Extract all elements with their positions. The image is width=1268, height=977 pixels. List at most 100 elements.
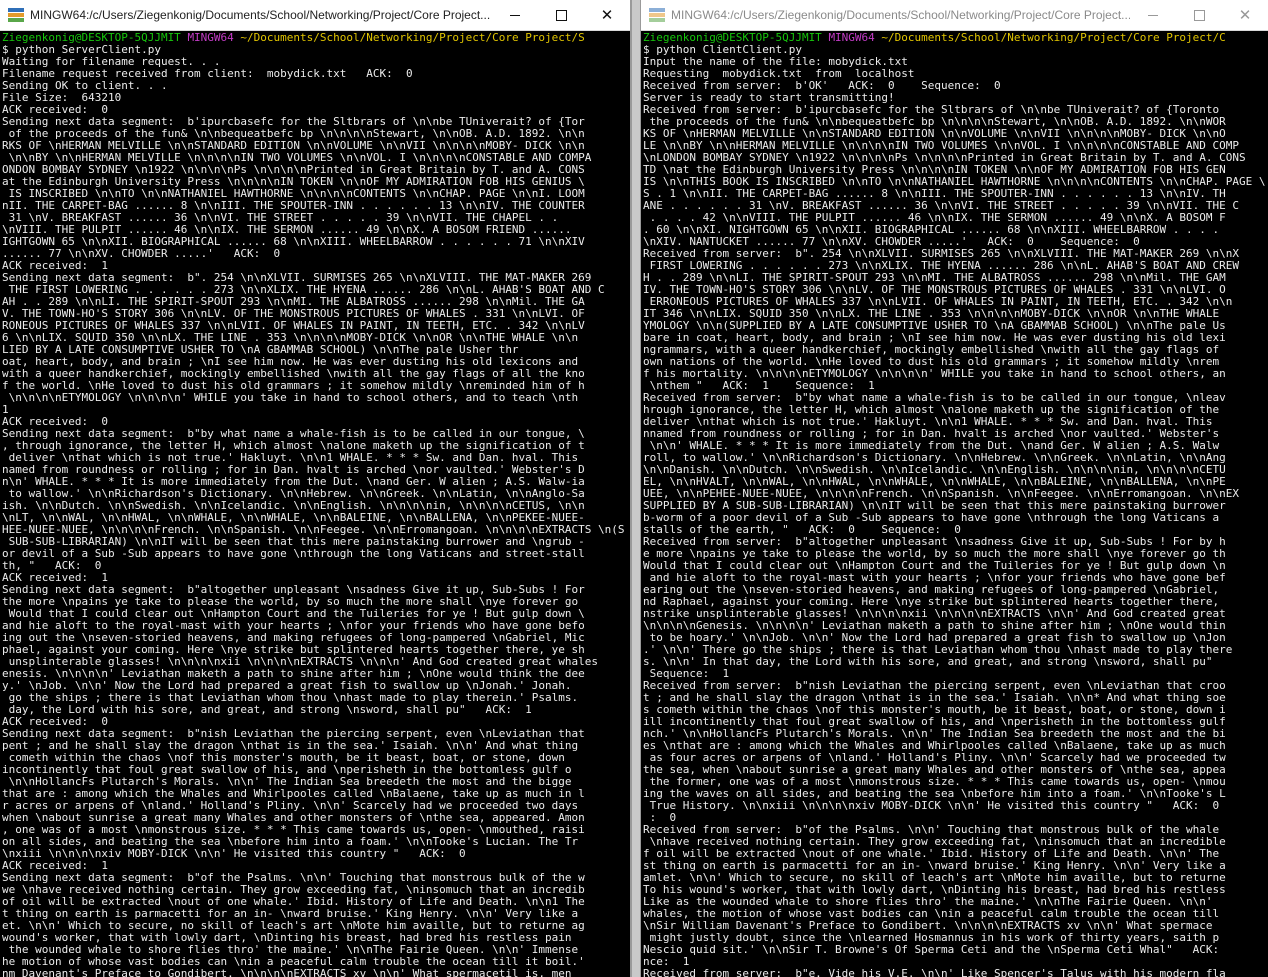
terminal-line: the wounded whale to shore flies thro' t… [2, 944, 579, 956]
terminal-line: ONDON BOMBAY SYDNEY \n1922 \n\n\n\nPs \n… [2, 164, 585, 176]
terminal-line: V. THE TOWN-HO'S STORY 306 \n\nLV. OF TH… [2, 308, 585, 320]
maximize-button[interactable] [1176, 0, 1222, 30]
terminal-line: Would that I could clear out \nHampton C… [643, 560, 1226, 572]
terminal-line: as four acres or arpens of \nland.' Holl… [643, 752, 1226, 764]
terminal-line: ACK received: 1 [2, 860, 108, 872]
terminal-line: deliver \nthat which is not true.' Haklu… [2, 452, 579, 464]
terminal-line: . 60 \n\nXI. NIGHTGOWN 65 \n\nXII. BIOGR… [643, 224, 1220, 236]
terminal-line: named from roundness or rolling ; for in… [2, 464, 585, 476]
terminal-line: ANE . . . . . . 31 \nV. BREAKFAST ......… [643, 200, 1240, 212]
server-terminal-output[interactable]: Ziegenkonig@DESKTOP-5QJJMIT MINGW64 ~/Do… [0, 31, 630, 977]
window-title: MINGW64:/c/Users/Ziegenkonig/Documents/S… [30, 8, 491, 22]
terminal-line: \nSir William Davenant's Preface to Gond… [643, 920, 1213, 932]
server-window-titlebar[interactable]: MINGW64:/c/Users/Ziegenkonig/Documents/S… [0, 0, 630, 31]
terminal-line: or devil of a Sub -Sub appears to have g… [2, 548, 585, 560]
terminal-line: f the world. \nHe loved to dust his old … [2, 380, 585, 392]
terminal-line: Filename request received from client: m… [2, 68, 413, 80]
terminal-line: File Size: 643210 [2, 92, 122, 104]
terminal-line: bare in coat, heart, body, and brain ; \… [643, 332, 1226, 344]
terminal-line: \n\n\n\nGenesis. \n\n\n\n' Leviathan mak… [643, 620, 1226, 632]
terminal-line: IS INSCRIBED \n\nTO \n\nNATHANIEL HAWTHO… [2, 188, 585, 200]
terminal-line: LE \n\nBY \n\nHERMAN MELVILLE \n\n\n\nIN… [643, 140, 1240, 152]
terminal-line: Sequence: 1 [643, 668, 730, 680]
terminal-line: ngrammars, with a queer handkerchief, mo… [643, 344, 1220, 356]
client-window-titlebar[interactable]: MINGW64:/c/Users/Ziegenkonig/Documents/S… [641, 0, 1268, 31]
terminal-line: ACK received: 0 [2, 104, 108, 116]
terminal-line: e more \npains ye take to please the wor… [643, 548, 1226, 560]
terminal-line: RKS OF \nHERMAN MELVILLE \n\nSTANDARD ED… [2, 140, 585, 152]
terminal-line: t thing on earth is parmacetti for an in… [2, 908, 579, 920]
terminal-line: THE FIRST LOWERING . . . . . . 273 \n\nX… [2, 284, 605, 296]
prompt-path: ~/Documents/School/Networking/Project/Co… [240, 32, 585, 44]
terminal-line: KS OF \nHERMAN MELVILLE \n\nSTANDARD EDI… [643, 128, 1226, 140]
terminal-line: Received from server: b"altogether unple… [643, 536, 1226, 548]
terminal-line: \nXIV. NANTUCKET ...... 77 \n\nXV. CHOWD… [643, 236, 1140, 248]
terminal-line: nnamed from roundness or rolling ; for i… [643, 428, 1220, 440]
terminal-line: H . . 289 \n\nLI. THE SPIRIT-SPOUT 293 \… [643, 272, 1226, 284]
terminal-line: to wallow.' \n\nRichardson's Dictionary.… [2, 488, 585, 500]
close-icon: ✕ [600, 6, 614, 24]
maximize-button[interactable] [538, 0, 584, 30]
terminal-line: To his wound's worker, that with lowly d… [643, 884, 1226, 896]
terminal-line: when \nabout sunrise a great many Whales… [2, 812, 585, 824]
terminal-line: ACK received: 0 [2, 416, 108, 428]
terminal-line: \n\nHollancFs Plutarch's Morals. \n\n' T… [2, 776, 572, 788]
terminal-line: IV. THE TOWN-HO'S STORY 306 \n\nLV. OF T… [643, 284, 1226, 296]
terminal-line: s cometh within the chaos \nof this mons… [643, 704, 1226, 716]
minimize-button[interactable] [492, 0, 538, 30]
terminal-line: \nxiii \n\n\n\nxiv MOBY-DICK \n\n' He vi… [2, 848, 466, 860]
terminal-line: SUB-SUB-LIBRARIAN) \n\nIT will be seen t… [2, 536, 585, 548]
terminal-line: roll, to wallow.' \n\nRichardson's Dicti… [643, 452, 1226, 464]
client-terminal-output[interactable]: Ziegenkonig@DESKTOP-5QJJMIT MINGW64 ~/Do… [641, 31, 1268, 977]
terminal-line: nm Davenant's Preface to Gondibert. \n\n… [2, 968, 572, 977]
terminal-line: y.' \nJob. \n\n' Now the Lord had prepar… [2, 680, 572, 692]
client-terminal-window[interactable]: MINGW64:/c/Users/Ziegenkonig/Documents/S… [640, 0, 1268, 977]
terminal-line: at the Edinburgh University Press \n\n\n… [2, 176, 585, 188]
terminal-line: IS \n\nTHIS BOOK IS INSCRIBED \n\nTO \n\… [643, 176, 1266, 188]
close-button[interactable]: ✕ [584, 0, 630, 30]
terminal-line: own nations of the world. \nHe loved to … [643, 356, 1220, 368]
terminal-line: st thing on earth is parmacetti for an i… [643, 860, 1226, 872]
terminal-line: nd Raphael, against your coming. Here \n… [643, 596, 1220, 608]
terminal-line: nII. THE CARPET-BAG ...... 8 \n\nIII. TH… [2, 200, 585, 212]
window-title: MINGW64:/c/Users/Ziegenkonig/Documents/S… [671, 8, 1130, 22]
terminal-line: the more \npains ye take to please the w… [2, 596, 579, 608]
terminal-line: \nLONDON BOMBAY SYDNEY \n1922 \n\n\n\nPs… [643, 152, 1246, 164]
terminal-line: f his mortality. \n\n\n\nETYMOLOGY \n\n\… [643, 368, 1226, 380]
terminal-line: of the proceeds of the fun& \n\nbequeatb… [2, 128, 585, 140]
terminal-line: the sea, when \nabout sunrise a great ma… [643, 764, 1226, 776]
terminal-line: phael, against your coming. Here \nye st… [2, 644, 585, 656]
terminal-line: S . 1 \n\nII. THE CARPET-BAG ...... 8 \n… [643, 188, 1226, 200]
terminal-line: $ python ServerClient.py [2, 44, 161, 56]
terminal-line: ill incontinently that foul great swallo… [643, 716, 1226, 728]
prompt-user: Ziegenkonig@DESKTOP-5QJJMIT [643, 32, 822, 44]
terminal-line: True History. \n\nxiii \n\n\n\nxiv MOBY-… [643, 800, 1220, 812]
terminal-line: deliver \nthat which is not true.' Haklu… [643, 416, 1213, 428]
terminal-line: TD \nat the Edinburgh University Press \… [643, 164, 1226, 176]
terminal-line: ish. \n\nDutch. \n\nSwedish. \n\nIceland… [2, 500, 585, 512]
terminal-line: day, the Lord with his sore, and great, … [2, 704, 532, 716]
terminal-line: Like as the wounded whale to shore flies… [643, 896, 1213, 908]
terminal-line: r acres or arpens of \nland.' Holland's … [2, 800, 579, 812]
terminal-line: \nLT, \n\nWAL, \n\nHWAL, \n\nWHALE, \n\n… [2, 512, 585, 524]
terminal-line: whales, the motion of whose vast bodies … [643, 908, 1220, 920]
terminal-line: go the ships ; there is that Leviathan w… [2, 692, 579, 704]
shell-prompt: Ziegenkonig@DESKTOP-5QJJMIT MINGW64 ~/Do… [2, 32, 628, 44]
server-terminal-window[interactable]: MINGW64:/c/Users/Ziegenkonig/Documents/S… [0, 0, 632, 977]
terminal-line: and hie aloft to the royal-mast with you… [2, 620, 585, 632]
terminal-line: \n\nBY \n\nHERMAN MELVILLE \n\n\n\nIN TW… [2, 152, 592, 164]
terminal-line: nstrike unsplinterable glasses! \n\n\n\n… [643, 608, 1226, 620]
terminal-line: Received from server: b"by what name a w… [643, 392, 1226, 404]
terminal-line: wound's worker, that with lowly dart, \n… [2, 932, 572, 944]
terminal-line: EL, \n\nHVALT, \n\nWAL, \n\nHWAL, \n\nWH… [643, 476, 1226, 488]
terminal-line: Sending next data segment: b"altogether … [2, 584, 585, 596]
terminal-line: 31 \nV. BREAKFAST ...... 36 \n\nVI. THE … [2, 212, 559, 224]
close-button[interactable]: ✕ [1222, 0, 1268, 30]
terminal-line: we \nhave received nothing certain. They… [2, 884, 585, 896]
maximize-icon [555, 9, 567, 21]
terminal-line: the proceeds of the fun& \n\nbequeatbefc… [643, 116, 1226, 128]
terminal-line: Requesting mobydick.txt from localhost [643, 68, 915, 80]
minimize-button[interactable] [1130, 0, 1176, 30]
terminal-line: Sending next data segment: b'ipurcbasefc… [2, 116, 585, 128]
terminal-line: \nVIII. THE PULPIT ...... 46 \n\nIX. THE… [2, 224, 572, 236]
